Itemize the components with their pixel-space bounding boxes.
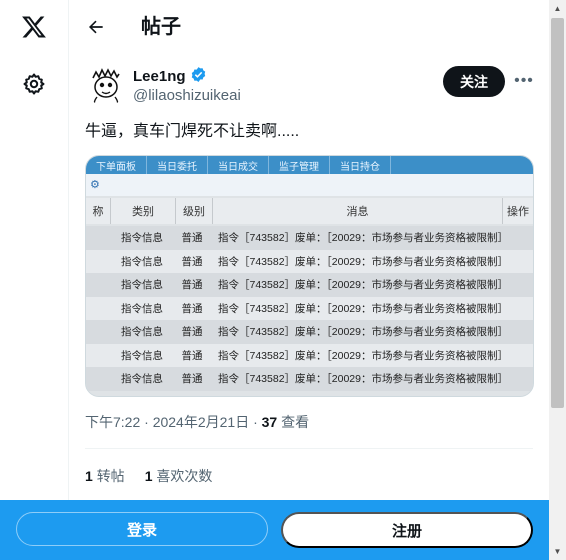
scroll-down-icon[interactable]: ▼ <box>549 543 566 560</box>
page-title: 帖子 <box>141 16 181 38</box>
photo-tab: 下单面板 <box>86 156 147 174</box>
main-column: 帖子 Lee1ng @lilaoshizuikeai 关注 ••• 牛逼，真车门… <box>69 0 549 560</box>
page-header: 帖子 <box>69 0 549 54</box>
photo-cell: 普通 <box>181 279 203 292</box>
photo-col-2: 类别 <box>111 198 176 224</box>
photo-cell: 指令［743582］废单：［20029：市场参与者业务资格被限制］ <box>218 255 508 268</box>
arrow-left-icon[interactable] <box>83 14 109 40</box>
likes-label: 喜欢次数 <box>156 468 213 484</box>
left-rail <box>0 0 69 560</box>
photo-cell: 普通 <box>181 373 203 386</box>
photo-cell: 指令［743582］废单：［20029：市场参与者业务资格被限制］ <box>218 326 508 339</box>
photo-row: 指令信息 普通 指令［743582］废单：［20029：市场参与者业务资格被限制］ <box>86 273 533 297</box>
photo-table-header: 称 类别 级别 消息 操作 <box>86 198 533 224</box>
post-meta: 下午7:22 · 2024年2月21日 · 37 查看 <box>85 412 309 432</box>
photo-cell: 指令［743582］废单：［20029：市场参与者业务资格被限制］ <box>218 302 508 315</box>
photo-cell: 指令信息 <box>121 232 163 245</box>
reposts-count: 1 <box>85 468 93 484</box>
views-label: 查看 <box>277 414 310 430</box>
more-options-icon[interactable]: ••• <box>513 70 535 92</box>
photo-cell: 指令信息 <box>121 302 163 315</box>
photo-cell: 指令［743582］废单：［20029：市场参与者业务资格被限制］ <box>218 349 508 362</box>
author-name[interactable]: Lee1ng <box>133 68 186 85</box>
photo-cell: 指令信息 <box>121 349 163 362</box>
photo-tab-bar: 下单面板 当日委托 当日成交 监子管理 当日持仓 <box>86 156 533 174</box>
scrollbar[interactable]: ▲ ▼ <box>549 0 566 560</box>
photo-cell: 指令［743582］废单：［20029：市场参与者业务资格被限制］ <box>218 232 508 245</box>
post-timestamp[interactable]: 下午7:22 · 2024年2月21日 · <box>85 414 262 430</box>
photo-row: 指令信息 普通 指令［743582］废单：［20029：市场参与者业务资格被限制］ <box>86 226 533 250</box>
author-handle[interactable]: @lilaoshizuikeai <box>133 87 241 104</box>
photo-row: 指令信息 普通 指令［743582］废单：［20029：市场参与者业务资格被限制］ <box>86 320 533 344</box>
photo-cell: 普通 <box>181 326 203 339</box>
photo-cell: 指令［743582］废单：［20029：市场参与者业务资格被限制］ <box>218 373 508 386</box>
photo-col-3: 级别 <box>176 198 213 224</box>
scroll-up-icon[interactable]: ▲ <box>549 0 566 17</box>
photo-row: 指令信息 普通 指令［743582］废单：［20029：市场参与者业务资格被限制］ <box>86 249 533 273</box>
photo-cell: 普通 <box>181 232 203 245</box>
photo-tab: 当日成交 <box>208 156 269 174</box>
photo-tab: 当日委托 <box>147 156 208 174</box>
photo-cell: 指令信息 <box>121 326 163 339</box>
scroll-thumb[interactable] <box>551 18 564 408</box>
more-options-label: ••• <box>514 72 534 89</box>
photo-cell: 普通 <box>181 302 203 315</box>
photo-cell: 指令［743582］废单：［20029：市场参与者业务资格被限制］ <box>218 279 508 292</box>
photo-row: 指令信息 普通 指令［743582］废单：［20029：市场参与者业务资格被限制］ <box>86 296 533 320</box>
likes-stat[interactable]: 1 喜欢次数 <box>145 466 213 486</box>
divider <box>85 448 533 449</box>
photo-col-5: 操作 <box>507 206 529 218</box>
login-button[interactable]: 登录 <box>16 512 268 546</box>
avatar[interactable] <box>85 64 127 106</box>
photo-toolbar: ⚙ <box>86 174 533 196</box>
photo-col-1: 称 <box>86 198 111 224</box>
photo-tab: 监子管理 <box>269 156 330 174</box>
views-count: 37 <box>261 414 278 430</box>
photo-cell: 普通 <box>181 349 203 362</box>
author-name-row[interactable]: Lee1ng <box>133 66 207 87</box>
x-logo-icon[interactable] <box>19 12 49 42</box>
signup-button[interactable]: 注册 <box>281 512 533 548</box>
likes-count: 1 <box>144 468 153 484</box>
photo-col-4: 消息 <box>213 198 503 224</box>
photo-tab: 当日持仓 <box>330 156 391 174</box>
post-text: 牛逼，真车门焊死不让卖啊..... <box>85 123 300 140</box>
post-photo[interactable]: 下单面板 当日委托 当日成交 监子管理 当日持仓 ⚙ 称 类别 级别 消息 操作… <box>85 155 534 397</box>
photo-cell: 指令信息 <box>121 279 163 292</box>
photo-row: 指令信息 普通 指令［743582］废单：［20029：市场参与者业务资格被限制］ <box>86 367 533 391</box>
photo-cell: 指令信息 <box>121 373 163 386</box>
follow-button[interactable]: 关注 <box>443 66 505 97</box>
reposts-label: 转帖 <box>96 468 125 484</box>
photo-cell: 指令信息 <box>121 255 163 268</box>
verified-badge-icon <box>190 66 207 87</box>
photo-table-rows: 指令信息 普通 指令［743582］废单：［20029：市场参与者业务资格被限制］ … <box>86 226 533 391</box>
post-stats: 1 转帖 1 喜欢次数 <box>85 466 212 486</box>
gear-icon[interactable] <box>20 70 48 98</box>
signup-bottom-bar: 登录 注册 <box>0 500 549 560</box>
photo-row: 指令信息 普通 指令［743582］废单：［20029：市场参与者业务资格被限制］ <box>86 343 533 367</box>
photo-cell: 普通 <box>181 255 203 268</box>
reposts-stat[interactable]: 1 转帖 <box>85 466 125 486</box>
